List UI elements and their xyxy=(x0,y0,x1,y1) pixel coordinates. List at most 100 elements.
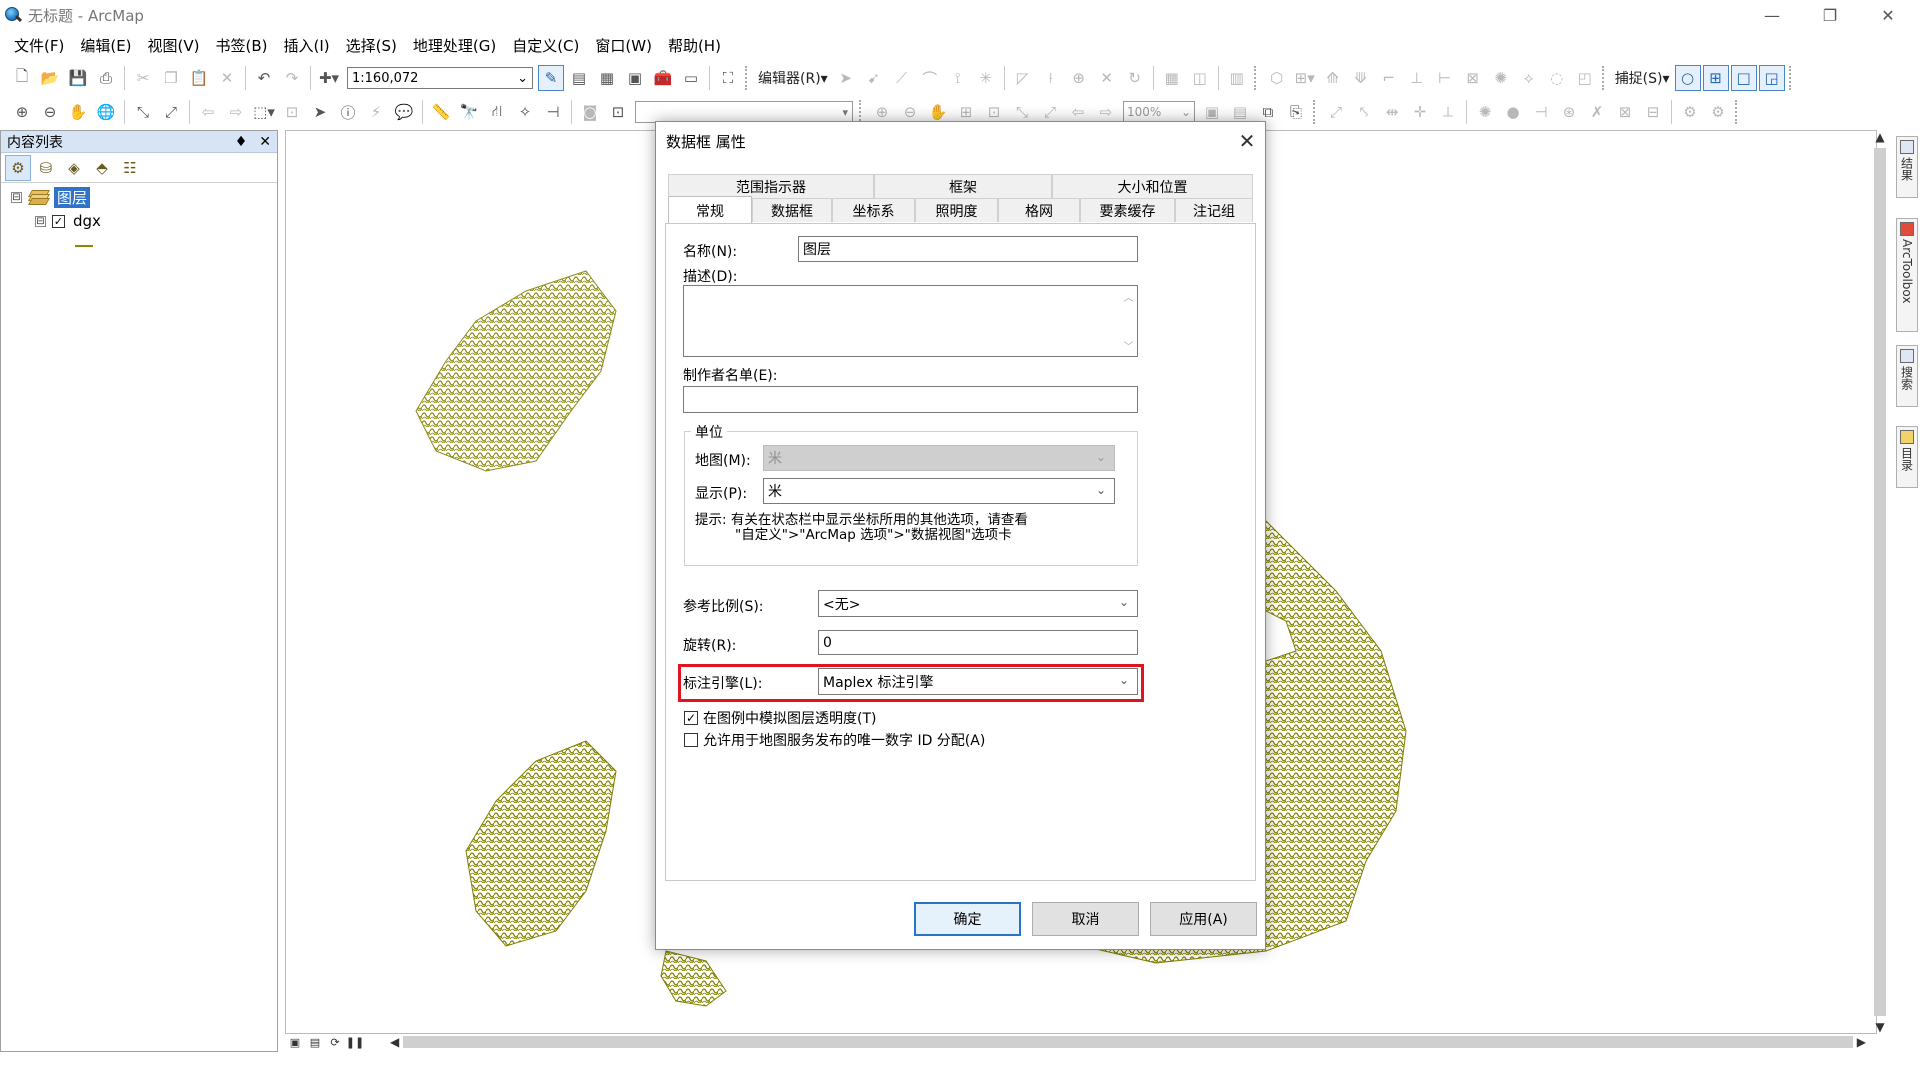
list-by-selection-icon[interactable]: ⬘ xyxy=(89,155,115,181)
menu-bookmarks[interactable]: 书签(B) xyxy=(208,33,276,59)
fix-topology-icon[interactable]: ⊟ xyxy=(1640,99,1666,125)
fillet-icon[interactable]: ⌐ xyxy=(1376,65,1402,91)
list-by-visibility-icon[interactable]: ◈ xyxy=(61,155,87,181)
scroll-right-arrow-icon[interactable]: ▶ xyxy=(1857,1035,1866,1049)
line-intersection-icon[interactable]: ⊠ xyxy=(1460,65,1486,91)
zoom-in-icon[interactable]: ⊕ xyxy=(9,99,35,125)
display-units-select[interactable]: 米 ⌄ xyxy=(763,478,1115,504)
arctoolbox-icon[interactable]: 🧰 xyxy=(650,65,676,91)
editor-menu[interactable]: 编辑器(R)▾ xyxy=(758,68,828,88)
scroll-down-arrow-icon[interactable]: ﹀ xyxy=(1124,338,1134,353)
results-dock-tab[interactable]: 结果 xyxy=(1896,136,1918,198)
vertex-snapping-icon[interactable]: □ xyxy=(1730,65,1757,91)
trim-icon[interactable]: ⊢ xyxy=(1432,65,1458,91)
menu-file[interactable]: 文件(F) xyxy=(6,33,72,59)
georef-fit-icon[interactable]: ⤢ xyxy=(1323,99,1349,125)
toolbar-grip[interactable] xyxy=(1788,66,1795,90)
tab-coordinate-system[interactable]: 坐标系 xyxy=(832,198,915,222)
fixed-zoom-out-icon[interactable]: ⤢ xyxy=(158,99,184,125)
scroll-up-arrow-icon[interactable]: ▲ xyxy=(1875,130,1884,144)
new-document-icon[interactable]: 🗋 xyxy=(9,65,35,91)
georef-rotate-icon[interactable]: ⤣ xyxy=(1351,99,1377,125)
edge-snapping-icon[interactable]: ◲ xyxy=(1758,65,1785,91)
reference-scale-select[interactable]: <无> ⌄ xyxy=(818,590,1138,617)
sphere-icon[interactable]: ● xyxy=(1500,99,1526,125)
edit-vertices-icon[interactable]: ◸ xyxy=(1010,65,1036,91)
paste-icon[interactable]: 📋 xyxy=(186,65,212,91)
label-engine-select[interactable]: Maplex 标注引擎 ⌄ xyxy=(818,668,1138,695)
simulate-transparency-checkbox[interactable]: ✓ xyxy=(684,711,698,725)
zoom-out-icon[interactable]: ⊖ xyxy=(37,99,63,125)
layout-view-icon[interactable]: ▤ xyxy=(308,1035,322,1049)
spatial-adjust-icon[interactable]: ✺ xyxy=(1472,99,1498,125)
rotation-input[interactable]: 0 xyxy=(818,630,1138,655)
add-data-icon[interactable]: ✚▾ xyxy=(316,65,342,91)
arctoolbox-dock-tab[interactable]: ArcToolbox xyxy=(1896,218,1918,332)
list-by-source-icon[interactable]: ⛁ xyxy=(33,155,59,181)
tab-annotation-groups[interactable]: 注记组 xyxy=(1175,198,1253,222)
data-view-icon[interactable]: ▣ xyxy=(288,1035,302,1049)
tree-row-layer-dgx[interactable]: ⊟ ✓ dgx xyxy=(35,212,101,230)
end-snapping-icon[interactable]: ⊞ xyxy=(1702,65,1729,91)
layout-zoom-combo[interactable]: 100% ⌄ xyxy=(1123,101,1195,123)
restore-button[interactable]: ❐ xyxy=(1802,0,1858,30)
identify-info-icon[interactable]: ⓘ xyxy=(335,99,361,125)
smooth-icon[interactable]: ◌ xyxy=(1544,65,1570,91)
catalog-window-icon[interactable]: ▦ xyxy=(594,65,620,91)
unique-id-option[interactable]: 允许用于地图服务发布的唯一数字 ID 分配(A) xyxy=(684,730,985,750)
data-driven-pages-icon[interactable]: ⎘ xyxy=(1283,99,1309,125)
tab-feature-cache[interactable]: 要素缓存 xyxy=(1080,198,1175,222)
horizontal-scroll-thumb[interactable] xyxy=(403,1036,1853,1048)
tab-extent-indicators[interactable]: 范围指示器 xyxy=(668,174,874,198)
go-back-arrow-icon[interactable]: ⇦ xyxy=(195,99,221,125)
create-features-icon[interactable]: ▥ xyxy=(1224,65,1250,91)
tab-frame[interactable]: 框架 xyxy=(874,174,1052,198)
unique-id-checkbox[interactable] xyxy=(684,733,698,747)
redo-icon[interactable]: ↷ xyxy=(279,65,305,91)
explode-icon[interactable]: ✺ xyxy=(1488,65,1514,91)
menu-customize[interactable]: 自定义(C) xyxy=(504,33,587,59)
delete-icon[interactable]: ✕ xyxy=(214,65,240,91)
generalize-icon[interactable]: ⟡ xyxy=(1516,65,1542,91)
scroll-left-arrow-icon[interactable]: ◀ xyxy=(390,1035,399,1049)
trace-icon[interactable]: ⟟ xyxy=(945,65,971,91)
find-route-icon[interactable]: ⛙ xyxy=(484,99,510,125)
pause-drawing-icon[interactable]: ❚❚ xyxy=(346,1035,364,1049)
point-icon[interactable]: ✳ xyxy=(973,65,999,91)
simulate-transparency-option[interactable]: ✓ 在图例中模拟图层透明度(T) xyxy=(684,708,876,728)
tree-row-data-frame[interactable]: ⊟ 图层 xyxy=(11,187,91,208)
name-input[interactable]: 图层 xyxy=(798,236,1138,262)
rotate-icon[interactable]: ↻ xyxy=(1122,65,1148,91)
layer-combo[interactable]: ▾ xyxy=(635,101,853,123)
copy-parallel-icon[interactable]: ⟱ xyxy=(1348,65,1374,91)
scroll-up-arrow-icon[interactable]: ︿ xyxy=(1124,289,1134,304)
time-slider-icon[interactable]: ⊣ xyxy=(540,99,566,125)
shared-features-icon[interactable]: ⊛ xyxy=(1556,99,1582,125)
full-extent-globe-icon[interactable]: 🌐 xyxy=(93,99,119,125)
tab-general[interactable]: 常规 xyxy=(668,196,752,224)
search-window-icon[interactable]: ▣ xyxy=(622,65,648,91)
ok-button[interactable]: 确定 xyxy=(914,902,1021,936)
tab-data-frame[interactable]: 数据框 xyxy=(752,198,832,222)
undo-icon[interactable]: ↶ xyxy=(251,65,277,91)
layer-name[interactable]: dgx xyxy=(73,212,101,230)
go-forward-arrow-icon[interactable]: ⇨ xyxy=(223,99,249,125)
description-textarea[interactable]: ︿ ﹀ xyxy=(683,285,1138,357)
extend-icon[interactable]: ⊥ xyxy=(1404,65,1430,91)
georef-scale-icon[interactable]: ✛ xyxy=(1407,99,1433,125)
sketch-properties-icon[interactable]: ◫ xyxy=(1187,65,1213,91)
pin-icon[interactable]: ♦ xyxy=(235,134,248,150)
edit-tool-icon[interactable]: ➤ xyxy=(833,65,859,91)
credits-input[interactable] xyxy=(683,386,1138,413)
open-folder-icon[interactable]: 📂 xyxy=(37,65,63,91)
editor-toolbar-icon[interactable]: ✎ xyxy=(538,65,564,91)
toolbar-grip[interactable] xyxy=(1601,66,1608,90)
collapse-icon[interactable]: ⊟ xyxy=(11,192,22,203)
menu-selection[interactable]: 选择(S) xyxy=(338,33,405,59)
map-vertical-scrollbar[interactable]: ▲ ▼ xyxy=(1871,130,1889,1034)
end-point-arc-icon[interactable]: ⌒ xyxy=(917,65,943,91)
cut-polygon-icon[interactable]: ⊕ xyxy=(1066,65,1092,91)
textarea-scrollbar[interactable]: ︿ ﹀ xyxy=(1120,286,1137,356)
topo-edit-icon[interactable]: ⊣ xyxy=(1528,99,1554,125)
menu-edit[interactable]: 编辑(E) xyxy=(72,33,139,59)
